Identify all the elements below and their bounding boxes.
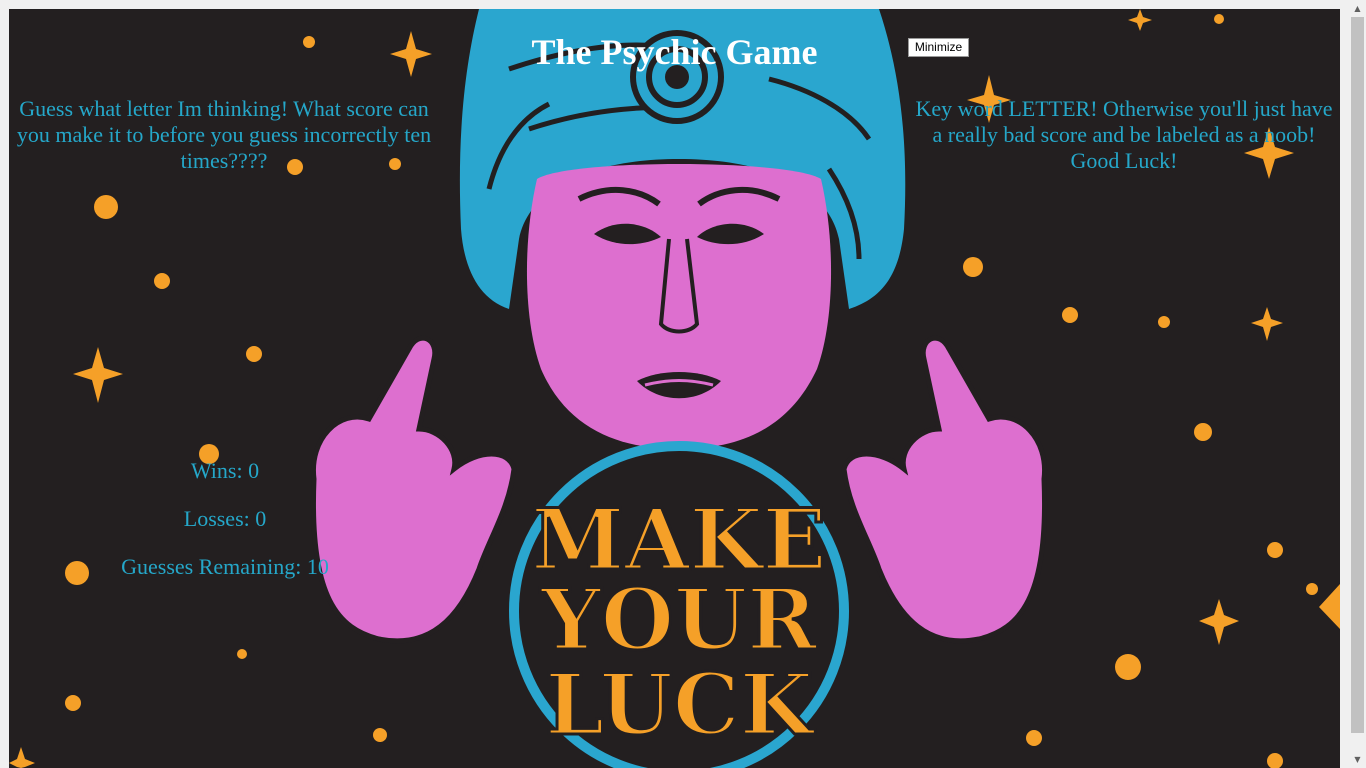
crystal-ball-word-3: LUCK [545,655,816,754]
game-page: MAKE YOUR LUCK The Psychic Game Minimize… [9,9,1340,768]
vertical-scrollbar[interactable]: ▲ ▼ [1349,0,1366,768]
scroll-up-arrow-icon[interactable]: ▲ [1349,0,1366,17]
page-title: The Psychic Game [531,32,818,72]
crystal-ball-illustration: MAKE YOUR LUCK [509,441,849,768]
minimize-button[interactable]: Minimize [908,38,969,57]
psychic-face-illustration [526,164,832,449]
browser-viewport: MAKE YOUR LUCK The Psychic Game Minimize… [0,0,1366,768]
intro-instructions: Guess what letter Im thinking! What scor… [16,96,432,173]
losses-counter: Losses: 0 [183,506,267,531]
tip-instructions: Key word LETTER! Otherwise you'll just h… [915,96,1333,173]
wins-counter: Wins: 0 [190,458,260,483]
scrollbar-thumb[interactable] [1351,17,1364,733]
scroll-down-arrow-icon[interactable]: ▼ [1349,751,1366,768]
guesses-remaining-counter: Guesses Remaining: 10 [121,554,329,579]
